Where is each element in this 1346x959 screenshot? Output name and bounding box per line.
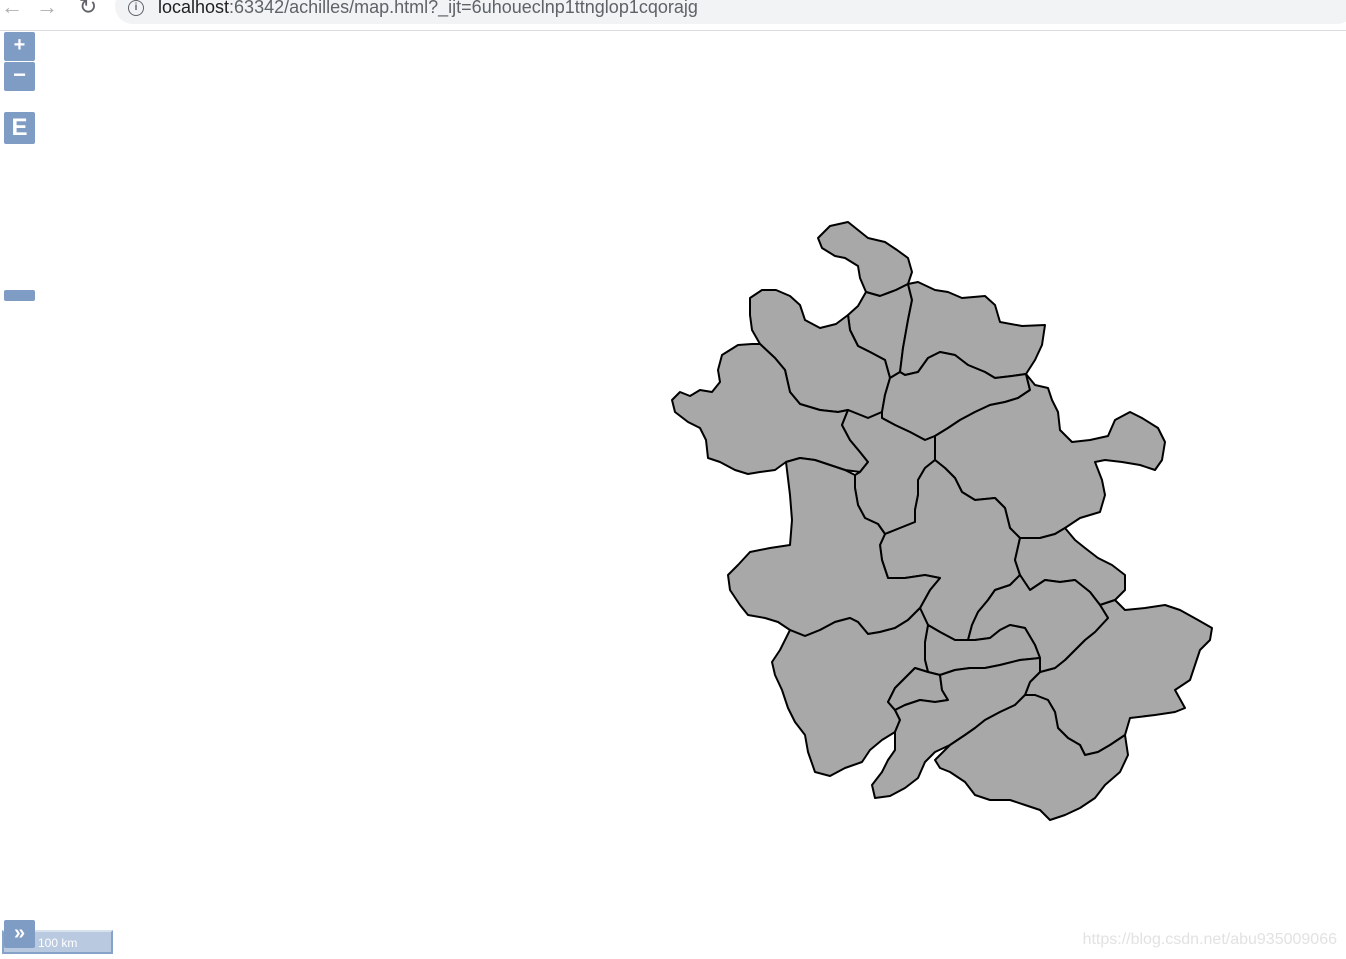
region-north-east [899,281,1046,379]
watermark-text: https://blog.csdn.net/abu935009066 [1082,931,1337,948]
region-north-tip [817,221,913,297]
overview-expand-button[interactable]: » [4,920,35,948]
region-layer [671,221,1213,821]
zoom-out-button[interactable]: − [4,62,35,91]
zoom-to-extent-button[interactable]: E [4,112,35,144]
zoom-slider-handle[interactable] [4,290,35,301]
province-map[interactable] [0,0,1346,959]
map-viewport[interactable]: + − E 100 km » https://blog.csdn.net/abu… [0,32,1346,959]
scale-label: 100 km [38,936,78,950]
zoom-in-button[interactable]: + [4,32,35,61]
